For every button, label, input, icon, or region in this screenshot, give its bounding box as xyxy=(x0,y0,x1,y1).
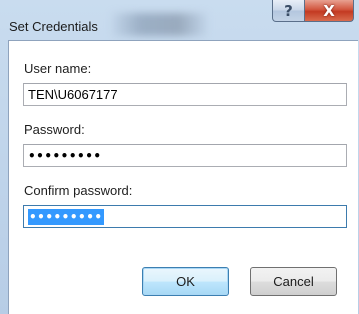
password-field[interactable]: ••••••••• xyxy=(23,144,347,167)
window-title: Set Credentials xyxy=(9,19,98,34)
redacted-title-region xyxy=(112,13,207,36)
close-icon: X xyxy=(323,1,335,20)
username-label: User name: xyxy=(24,61,92,76)
password-value: ••••••••• xyxy=(28,149,102,163)
confirm-password-value: ••••••••• xyxy=(28,209,104,225)
ok-button[interactable]: OK xyxy=(142,267,229,296)
confirm-password-label: Confirm password: xyxy=(24,183,133,198)
ok-button-label: OK xyxy=(176,274,195,289)
confirm-password-field[interactable]: ••••••••• xyxy=(23,205,347,228)
title-bar[interactable]: Set Credentials ? X xyxy=(0,0,359,40)
dialog-window: Set Credentials ? X User name: TEN\U6067… xyxy=(0,0,359,314)
cancel-button[interactable]: Cancel xyxy=(250,267,337,296)
cancel-button-label: Cancel xyxy=(273,274,314,289)
password-label: Password: xyxy=(24,122,85,137)
username-value: TEN\U6067177 xyxy=(28,87,118,102)
help-icon: ? xyxy=(284,1,293,20)
dialog-content: User name: TEN\U6067177 Password: ••••••… xyxy=(8,40,358,314)
close-button[interactable]: X xyxy=(304,0,354,22)
username-field[interactable]: TEN\U6067177 xyxy=(23,83,347,106)
help-button[interactable]: ? xyxy=(272,0,305,22)
